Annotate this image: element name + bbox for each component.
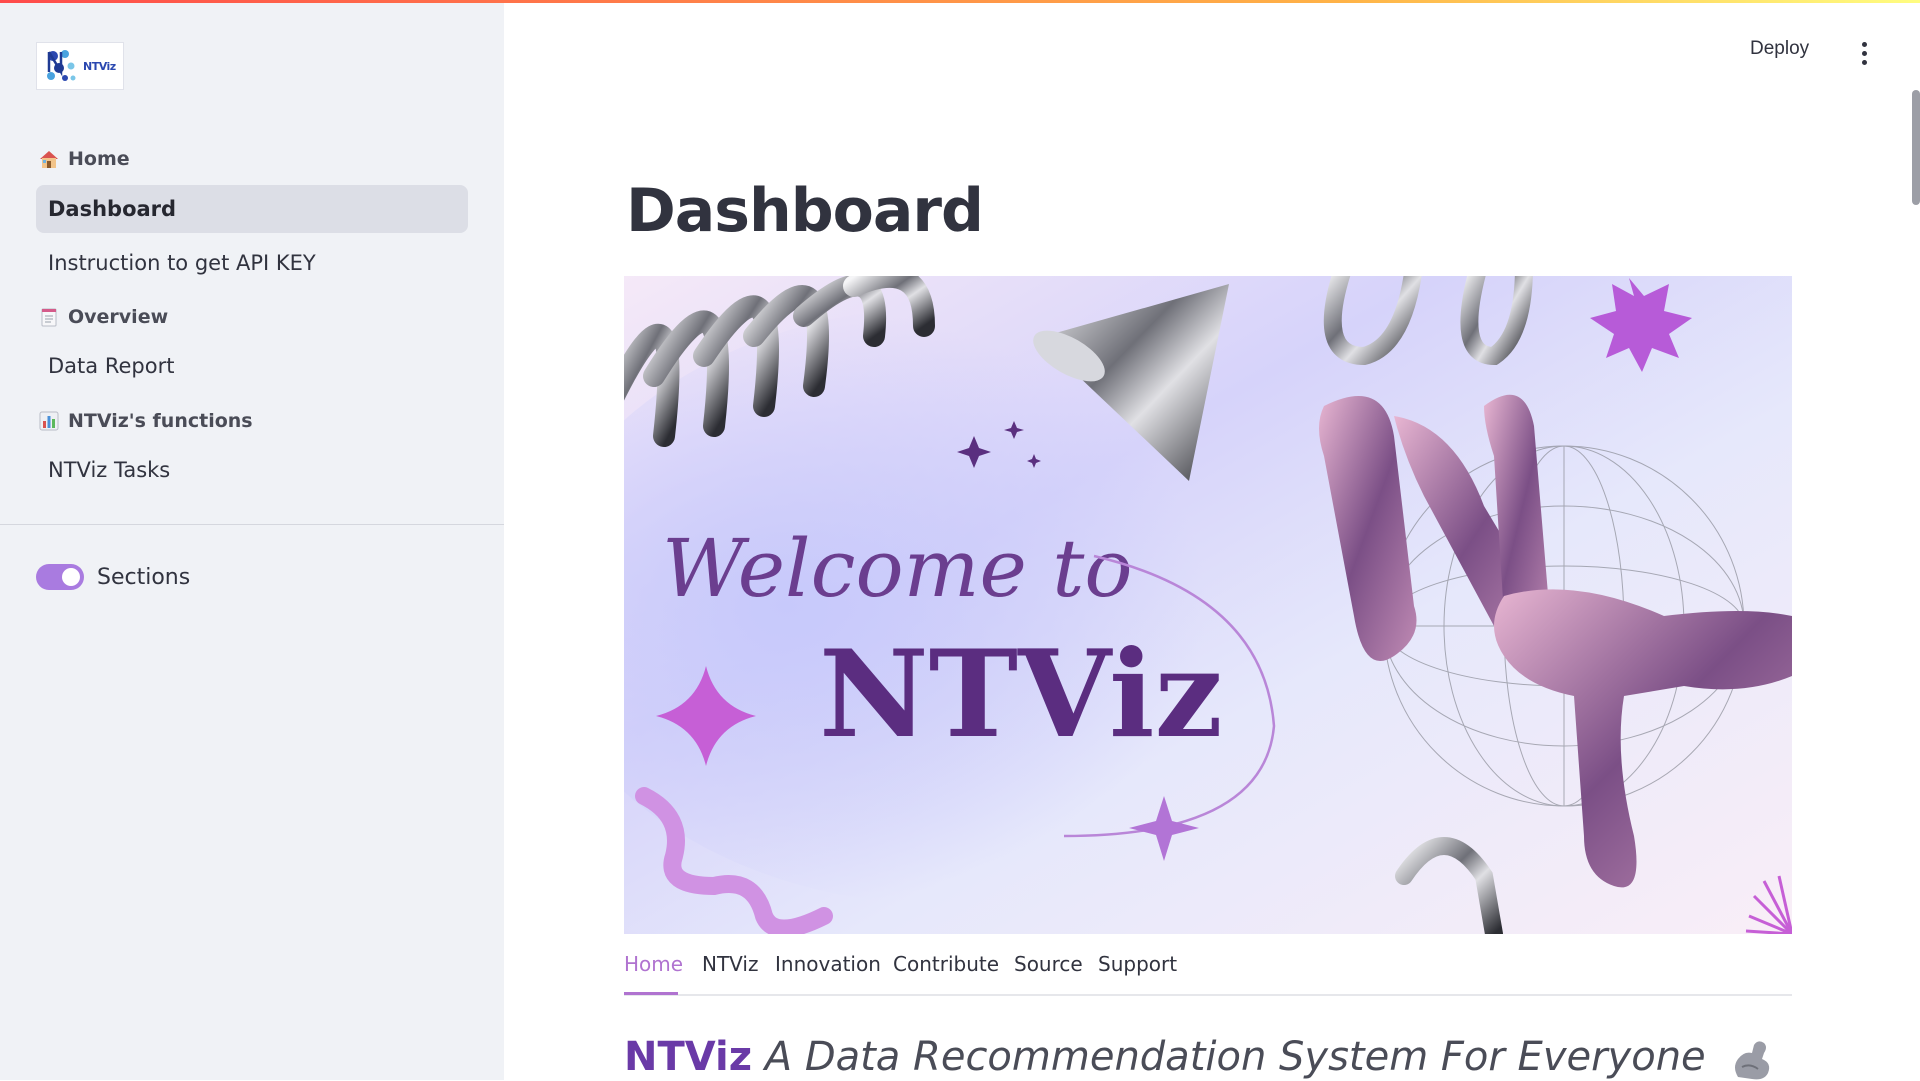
- sidebar-section-functions: NTViz's functions: [38, 410, 253, 432]
- tab-source[interactable]: Source: [1014, 952, 1083, 976]
- sidebar-item-api-key-instructions[interactable]: Instruction to get API KEY: [36, 239, 468, 287]
- house-icon: [40, 151, 58, 168]
- tab-support[interactable]: Support: [1098, 952, 1177, 976]
- sidebar: NTViz Home Dashboard Instruction to get …: [0, 0, 504, 1080]
- vertical-ellipsis-icon: [1861, 41, 1867, 47]
- page-scrollbar[interactable]: [1912, 90, 1920, 205]
- notepad-icon: [41, 308, 57, 327]
- active-tab-indicator: [624, 992, 678, 995]
- subtitle-tagline: A Data Recommendation System For Everyon…: [764, 1034, 1706, 1080]
- logo-text: NTViz: [83, 59, 116, 73]
- deploy-button[interactable]: Deploy: [1750, 38, 1809, 60]
- sidebar-section-label: NTViz's functions: [68, 410, 253, 432]
- header-decoration-bar: [0, 0, 1920, 3]
- sections-toggle-row: Sections: [36, 564, 190, 590]
- sidebar-section-label: Overview: [68, 306, 169, 328]
- tab-home[interactable]: Home: [624, 952, 683, 976]
- sidebar-item-label: Instruction to get API KEY: [48, 251, 316, 275]
- sidebar-item-label: NTViz Tasks: [48, 458, 171, 482]
- main-tabs: Home NTViz Innovation Contribute Source …: [624, 948, 1792, 996]
- flexed-biceps-icon: [1735, 1041, 1770, 1080]
- sidebar-item-label: Dashboard: [48, 197, 177, 221]
- sidebar-item-label: Data Report: [48, 354, 175, 378]
- sidebar-divider: [0, 524, 504, 525]
- toggle-knob: [62, 568, 80, 586]
- bar-chart-icon: [39, 411, 59, 431]
- tab-contribute[interactable]: Contribute: [893, 952, 999, 976]
- subtitle-brand: NTViz: [624, 1034, 753, 1080]
- sidebar-section-label: Home: [68, 148, 130, 170]
- sections-toggle-label: Sections: [97, 564, 191, 590]
- ellipsis-dot: [1861, 59, 1867, 65]
- tab-ntviz[interactable]: NTViz: [702, 952, 758, 976]
- logo-mark-icon: [47, 50, 76, 81]
- hero-brand-text: NTViz: [819, 624, 1223, 765]
- hero-banner-image: Welcome to NTViz: [624, 276, 1792, 934]
- tab-innovation[interactable]: Innovation: [775, 952, 881, 976]
- sidebar-item-data-report[interactable]: Data Report: [36, 342, 468, 390]
- sidebar-section-overview: Overview: [38, 306, 168, 328]
- page-subtitle: NTViz A Data Recommendation System For E…: [624, 1034, 1774, 1081]
- sidebar-section-home: Home: [38, 148, 130, 170]
- sidebar-item-dashboard[interactable]: Dashboard: [36, 185, 468, 233]
- main-menu-button[interactable]: [1852, 38, 1876, 68]
- ellipsis-dot: [1861, 50, 1867, 56]
- sidebar-item-ntviz-tasks[interactable]: NTViz Tasks: [36, 446, 468, 494]
- sections-toggle[interactable]: [36, 564, 84, 590]
- hero-welcome-text: Welcome to: [662, 522, 1133, 615]
- page-title: Dashboard: [626, 176, 984, 246]
- app-logo: NTViz: [36, 42, 124, 90]
